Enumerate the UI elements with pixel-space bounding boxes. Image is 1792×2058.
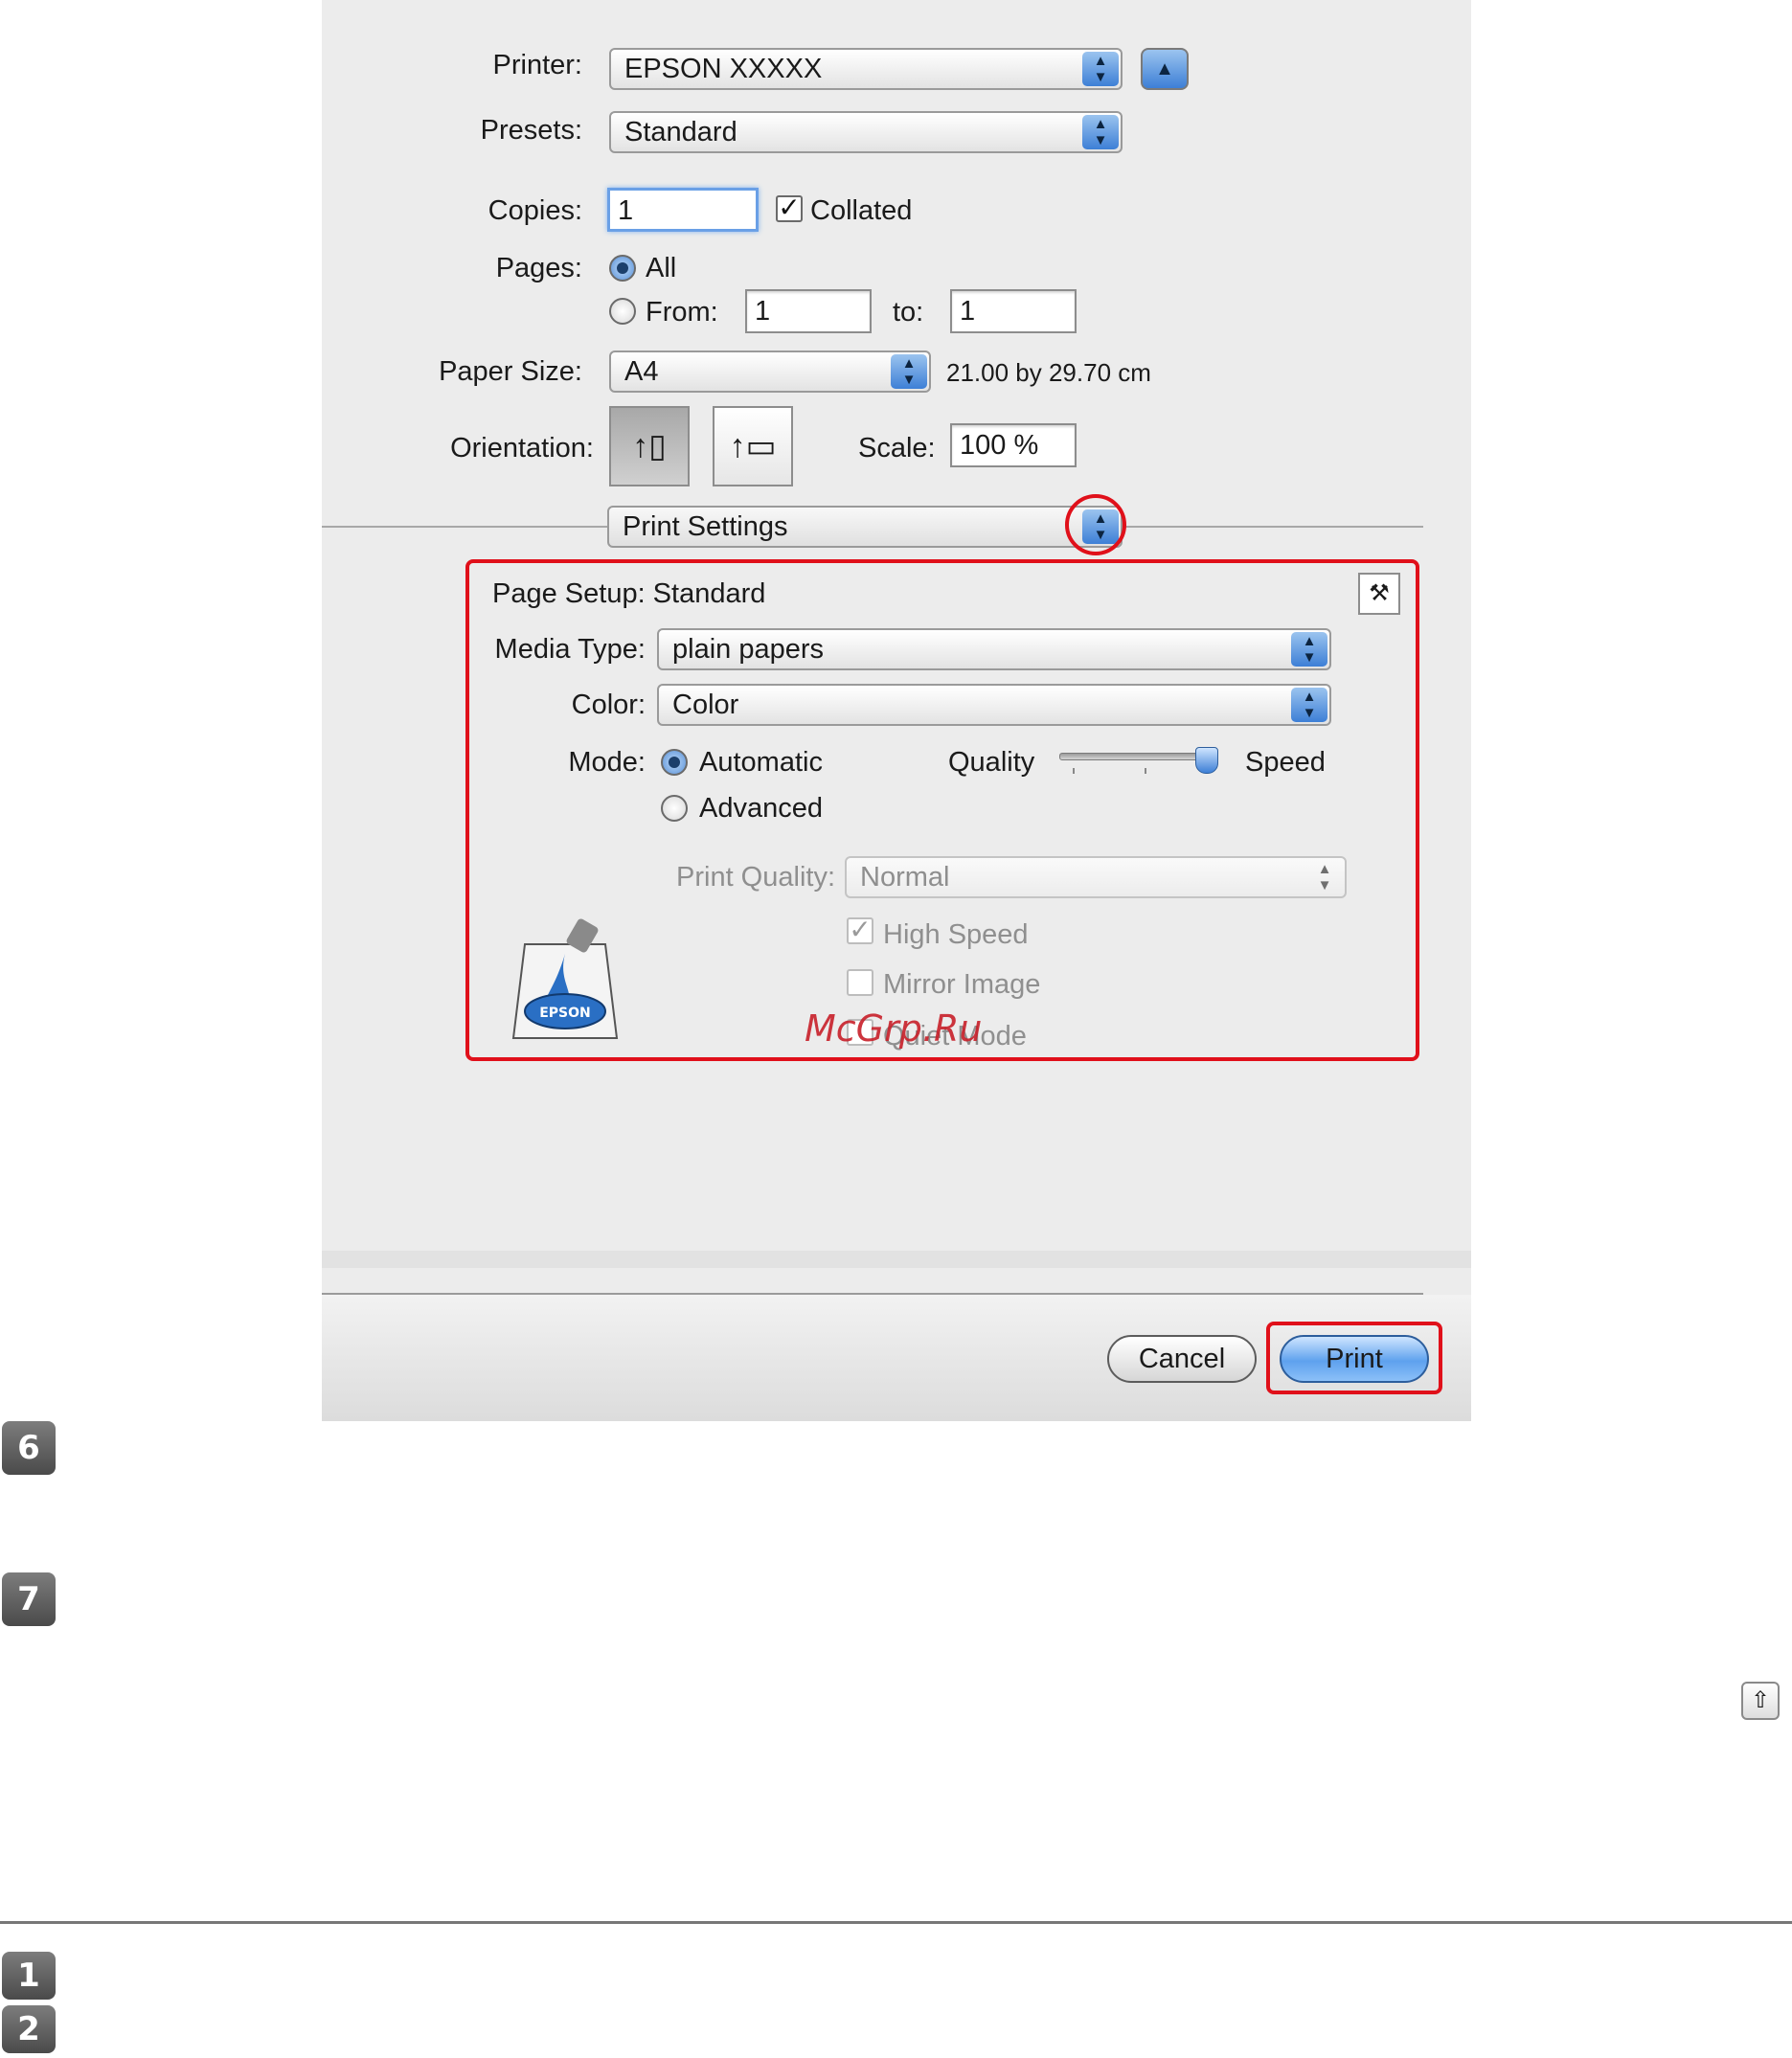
presets-label: Presets: bbox=[480, 115, 582, 146]
print-quality-value: Normal bbox=[860, 862, 950, 893]
quality-label: Quality bbox=[948, 747, 1035, 778]
mirror-image-label: Mirror Image bbox=[883, 969, 1041, 1000]
speed-label: Speed bbox=[1245, 747, 1326, 778]
pages-label: Pages: bbox=[495, 253, 582, 283]
popup-arrows-icon: ▲ ▼ bbox=[1082, 52, 1119, 86]
print-quality-popup[interactable]: Normal ▲ ▼ bbox=[845, 856, 1347, 898]
footer-rule bbox=[0, 1921, 1792, 1924]
print-dialog: Printer: EPSON XXXXX ▲ ▼ ▲ Presets: Stand… bbox=[322, 0, 1471, 1421]
step-2-badge: 2 bbox=[2, 2005, 56, 2053]
back-to-top-icon[interactable]: ⇧ bbox=[1741, 1682, 1780, 1720]
orientation-label: Orientation: bbox=[450, 433, 594, 464]
presets-value: Standard bbox=[624, 117, 737, 147]
step-1-badge: 1 bbox=[2, 1952, 56, 2000]
cancel-button[interactable]: Cancel bbox=[1107, 1335, 1257, 1383]
bottom-shade bbox=[322, 1251, 1471, 1268]
panel-selector-value: Print Settings bbox=[623, 511, 788, 542]
epson-logo-icon: EPSON bbox=[510, 916, 628, 1044]
step-7-badge: 7 bbox=[2, 1572, 56, 1626]
popup-arrows-icon: ▲ ▼ bbox=[1291, 632, 1327, 667]
pages-all-radio[interactable] bbox=[609, 255, 636, 282]
portrait-orientation-button[interactable]: ↑▯ bbox=[609, 406, 690, 486]
paper-size-value: A4 bbox=[624, 356, 659, 387]
watermark-text: McGrp.Ru bbox=[805, 1007, 983, 1050]
collapse-disclosure-button[interactable]: ▲ bbox=[1141, 48, 1189, 90]
popup-highlight-circle bbox=[1065, 494, 1126, 555]
scale-input[interactable]: 100 % bbox=[950, 423, 1077, 467]
slider-tick bbox=[1145, 768, 1146, 774]
popup-arrows-icon: ▲ ▼ bbox=[891, 354, 927, 389]
pages-from-input[interactable]: 1 bbox=[745, 289, 872, 333]
mirror-image-checkbox[interactable] bbox=[847, 969, 873, 996]
media-type-label: Media Type: bbox=[494, 634, 646, 665]
mode-advanced-radio[interactable] bbox=[661, 795, 688, 822]
quality-speed-slider[interactable] bbox=[1059, 747, 1218, 774]
print-button-highlight bbox=[1266, 1322, 1442, 1394]
panel-selector-popup[interactable]: Print Settings ▲ ▼ bbox=[607, 506, 1123, 548]
landscape-icon: ↑▭ bbox=[729, 428, 777, 464]
color-popup[interactable]: Color ▲ ▼ bbox=[657, 684, 1331, 726]
pages-all-label: All bbox=[646, 253, 677, 283]
popup-arrows-icon: ▲ ▼ bbox=[1082, 115, 1119, 149]
portrait-icon: ↑▯ bbox=[632, 428, 667, 464]
presets-popup[interactable]: Standard ▲ ▼ bbox=[609, 111, 1123, 153]
mode-label: Mode: bbox=[568, 747, 646, 778]
copies-input[interactable]: 1 bbox=[607, 188, 759, 232]
color-value: Color bbox=[672, 690, 739, 720]
mode-advanced-label: Advanced bbox=[699, 793, 823, 824]
slider-track bbox=[1059, 753, 1214, 760]
pages-from-radio[interactable] bbox=[609, 298, 636, 325]
page-setup-text: Page Setup: Standard bbox=[492, 578, 766, 609]
step-6-badge: 6 bbox=[2, 1421, 56, 1475]
slider-tick bbox=[1073, 768, 1075, 774]
epson-logo-text: EPSON bbox=[539, 1006, 591, 1021]
paper-size-label: Paper Size: bbox=[439, 356, 582, 387]
printer-label: Printer: bbox=[492, 50, 582, 80]
high-speed-checkbox[interactable]: ✓ bbox=[847, 916, 873, 944]
pages-from-label: From: bbox=[646, 297, 718, 328]
scale-label: Scale: bbox=[858, 433, 936, 464]
copies-label: Copies: bbox=[488, 195, 582, 226]
printer-value: EPSON XXXXX bbox=[624, 54, 823, 84]
slider-knob[interactable] bbox=[1195, 747, 1218, 774]
high-speed-label: High Speed bbox=[883, 919, 1029, 950]
media-type-value: plain papers bbox=[672, 634, 824, 665]
popup-arrows-icon: ▲ ▼ bbox=[1291, 688, 1327, 722]
paper-size-popup[interactable]: A4 ▲ ▼ bbox=[609, 351, 931, 393]
pages-to-label: to: bbox=[893, 297, 924, 328]
paper-dimensions: 21.00 by 29.70 cm bbox=[946, 358, 1151, 387]
mode-automatic-radio[interactable] bbox=[661, 749, 688, 776]
popup-arrows-icon: ▲ ▼ bbox=[1317, 861, 1332, 893]
collated-label: Collated bbox=[810, 195, 913, 226]
landscape-orientation-button[interactable]: ↑▭ bbox=[713, 406, 793, 486]
media-type-popup[interactable]: plain papers ▲ ▼ bbox=[657, 628, 1331, 670]
color-label: Color: bbox=[571, 690, 646, 720]
collated-checkbox[interactable]: ✓ bbox=[776, 194, 803, 222]
printer-popup[interactable]: EPSON XXXXX ▲ ▼ bbox=[609, 48, 1123, 90]
tools-icon[interactable]: ⚒ bbox=[1358, 573, 1400, 615]
mode-automatic-label: Automatic bbox=[699, 747, 823, 778]
pages-to-input[interactable]: 1 bbox=[950, 289, 1077, 333]
print-quality-label: Print Quality: bbox=[676, 862, 835, 893]
